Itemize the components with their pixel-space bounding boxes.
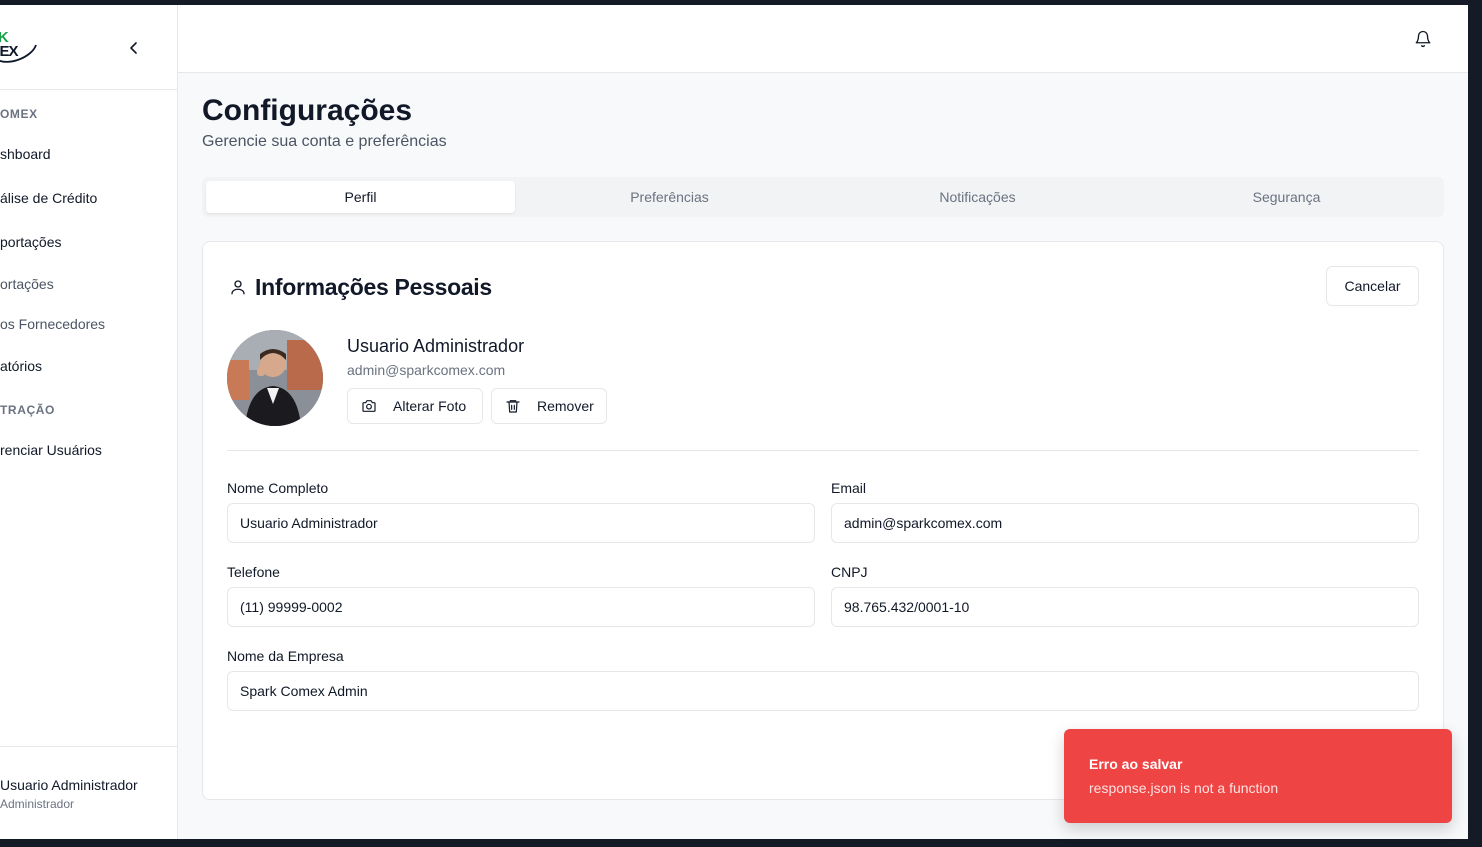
page-title: Configurações <box>202 94 413 127</box>
profile-email: admin@sparkcomex.com <box>347 362 506 378</box>
avatar <box>227 330 323 426</box>
error-toast[interactable]: Erro ao salvar response.json is not a fu… <box>1064 729 1452 823</box>
full-name-field[interactable] <box>227 503 815 543</box>
card-title: Informações Pessoais <box>255 274 492 300</box>
toast-description: response.json is not a function <box>1089 780 1279 796</box>
full-name-label: Nome Completo <box>227 480 329 496</box>
personal-info-card: Informações Pessoais Cancelar Usuario Ad… <box>202 241 1444 800</box>
topbar <box>178 5 1468 73</box>
bell-icon <box>1415 30 1431 48</box>
sidebar: RK MEX OMEX shboard álise de Crédito por… <box>0 5 178 839</box>
phone-field[interactable] <box>227 587 815 627</box>
sidebar-user-role: Administrador <box>0 797 75 811</box>
cnpj-label: CNPJ <box>831 564 868 580</box>
tab-security[interactable]: Segurança <box>1132 181 1441 213</box>
avatar-photo <box>227 330 323 426</box>
email-label: Email <box>831 480 867 496</box>
user-icon <box>231 280 245 295</box>
sidebar-user-name: Usuario Administrador <box>0 777 138 793</box>
chevron-left-icon <box>130 42 137 54</box>
sidebar-item-credit-analysis[interactable]: álise de Crédito <box>0 190 97 206</box>
sidebar-item-dashboard[interactable]: shboard <box>0 146 51 162</box>
logo: RK MEX <box>0 29 40 65</box>
sidebar-item-reports[interactable]: atórios <box>0 358 42 374</box>
nav-section-comex: OMEX <box>0 107 38 121</box>
remove-photo-label: Remover <box>537 398 594 414</box>
cnpj-field[interactable] <box>831 587 1419 627</box>
sidebar-header: RK MEX <box>0 5 178 90</box>
cancel-button[interactable]: Cancelar <box>1326 266 1419 306</box>
company-label: Nome da Empresa <box>227 648 344 664</box>
remove-photo-button[interactable]: Remover <box>491 388 607 424</box>
tab-profile[interactable]: Perfil <box>206 181 515 213</box>
logo-swoosh-icon <box>0 44 37 63</box>
sidebar-item-manage-users[interactable]: renciar Usuários <box>0 442 102 458</box>
tab-preferences[interactable]: Preferências <box>515 181 824 213</box>
sidebar-user-panel[interactable]: Usuario Administrador Administrador <box>0 746 178 839</box>
trash-icon <box>506 400 520 413</box>
change-photo-button[interactable]: Alterar Foto <box>347 388 483 424</box>
nav-section-administration: TRAÇÃO <box>0 403 55 417</box>
settings-tabs: Perfil Preferências Notificações Seguran… <box>202 177 1444 217</box>
email-field[interactable] <box>831 503 1419 543</box>
section-divider <box>227 450 1419 451</box>
page-subtitle: Gerencie sua conta e preferências <box>202 133 447 150</box>
tab-notifications[interactable]: Notificações <box>823 181 1132 213</box>
sidebar-item-imports[interactable]: portações <box>0 234 61 250</box>
change-photo-label: Alterar Foto <box>393 398 467 414</box>
sidebar-item-suppliers[interactable]: os Fornecedores <box>0 316 105 332</box>
company-field[interactable] <box>227 671 1419 711</box>
phone-label: Telefone <box>227 564 280 580</box>
camera-icon <box>362 400 376 412</box>
collapse-sidebar-button[interactable] <box>124 38 144 58</box>
profile-name: Usuario Administrador <box>347 336 525 356</box>
notifications-button[interactable] <box>1414 30 1432 48</box>
sidebar-item-quotes[interactable]: ortações <box>0 276 54 292</box>
toast-title: Erro ao salvar <box>1089 756 1183 772</box>
